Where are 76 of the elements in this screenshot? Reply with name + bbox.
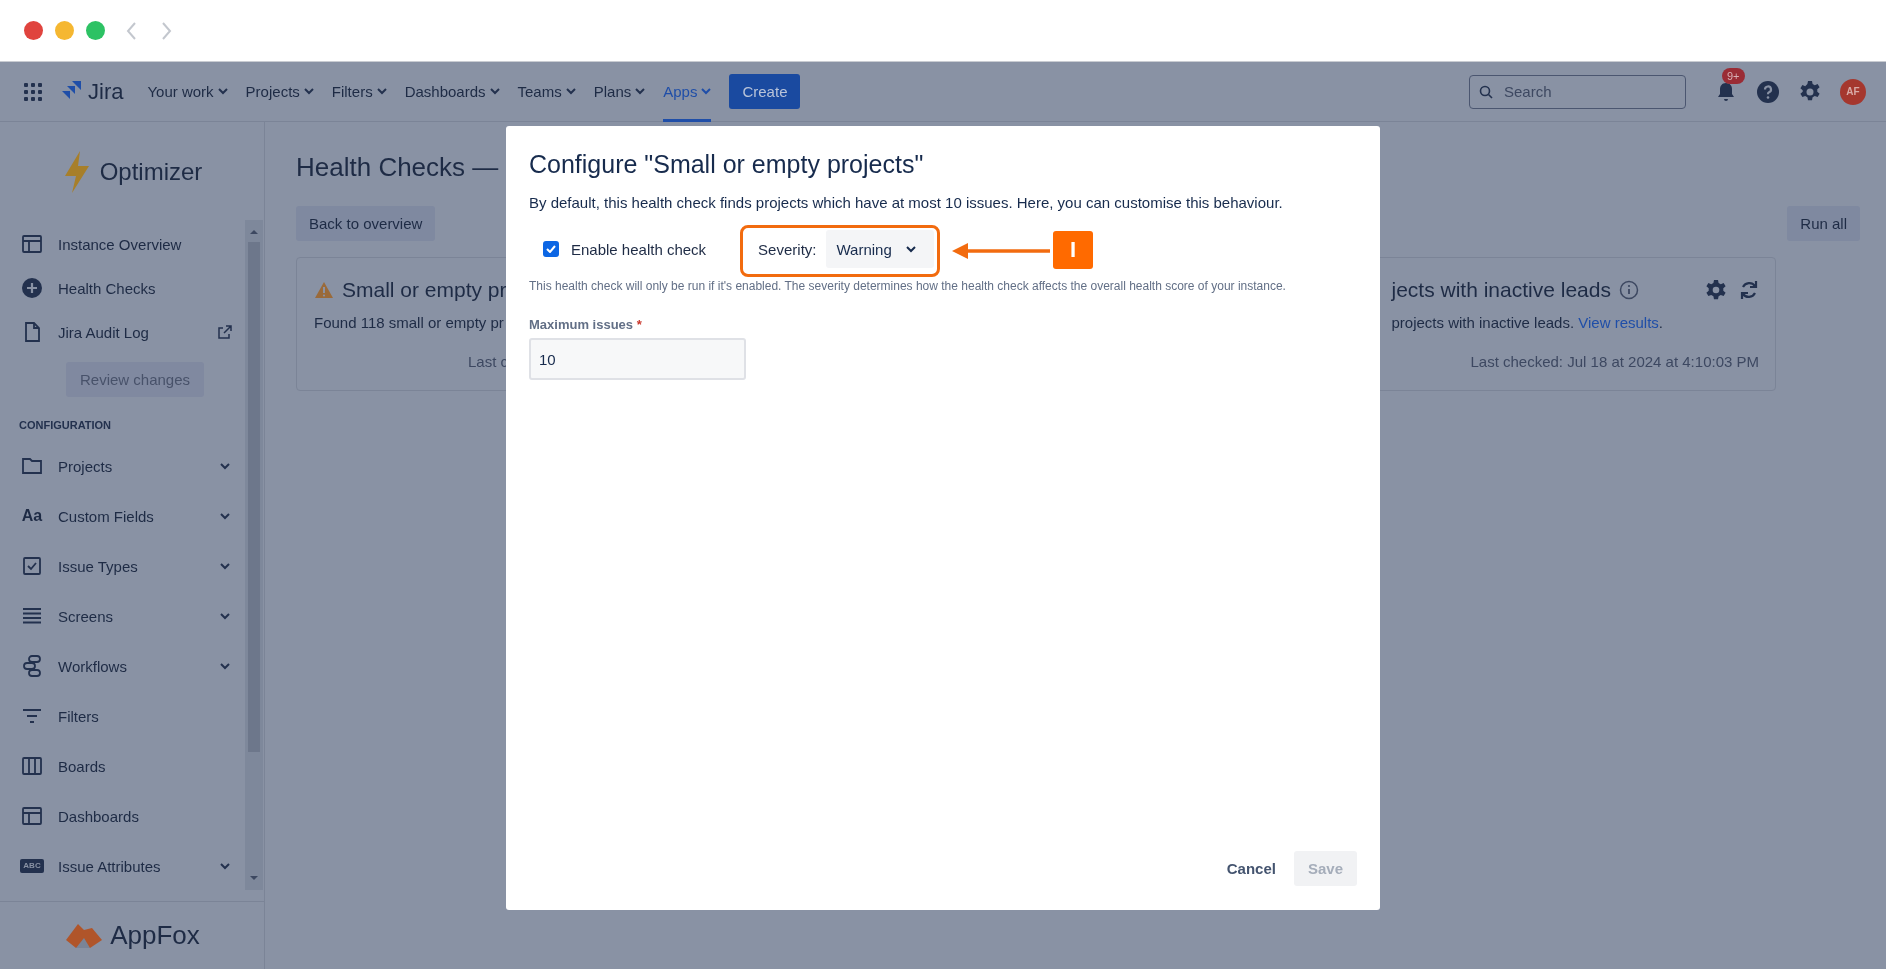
notification-badge: 9+ (1722, 67, 1745, 84)
workflow-icon (20, 654, 44, 678)
chevron-down-icon (701, 88, 712, 95)
window-control-icon[interactable] (24, 21, 43, 40)
chevron-down-icon (376, 88, 387, 95)
card-title: jects with inactive leads (1391, 278, 1611, 302)
columns-icon (20, 754, 44, 778)
dialog-title: Configure "Small or empty projects" (529, 150, 925, 179)
nav-menu-item[interactable]: Filters (331, 61, 387, 122)
card-description: Found 118 small or empty pr (314, 314, 504, 331)
view-results-link[interactable]: View results (1578, 314, 1659, 331)
back-button[interactable]: Back to overview (296, 206, 436, 241)
chevron-down-icon (489, 88, 500, 95)
chevron-down-icon (565, 88, 576, 95)
callout-tag: I (1053, 231, 1093, 269)
chevron-down-icon (635, 88, 646, 95)
run-all-button[interactable]: Run all (1787, 206, 1860, 241)
checkbox-icon (20, 554, 44, 578)
user-avatar[interactable]: AF (1840, 78, 1866, 105)
sidebar-item[interactable]: Dashboards (58, 807, 240, 825)
sidebar-item[interactable]: Projects (58, 457, 218, 475)
nav-menu-item[interactable]: Dashboards (404, 61, 500, 122)
card-description: projects with inactive leads. View results. (1391, 314, 1664, 331)
sidebar-item[interactable]: Health Checks (58, 279, 240, 297)
search-field[interactable]: Search (1469, 74, 1686, 109)
external-link-icon[interactable] (218, 325, 232, 339)
brand-name: AppFox (110, 920, 200, 951)
settings-icon[interactable] (1705, 279, 1727, 301)
sidebar-item[interactable]: Issue Types (58, 557, 218, 575)
warning-icon (314, 281, 334, 299)
font-icon: ABC (20, 859, 44, 873)
nav-menu-item[interactable]: Projects (245, 61, 314, 122)
info-icon (1618, 280, 1639, 300)
chevron-down-icon (217, 88, 228, 95)
help-icon[interactable] (1756, 79, 1780, 104)
checkbox-label: Enable health check (571, 240, 707, 258)
window-control-icon[interactable] (86, 21, 105, 40)
checkbox[interactable] (543, 241, 559, 257)
field-label: Maximum issues * (529, 317, 643, 332)
page-title: Health Checks — (296, 152, 499, 184)
severity-dropdown[interactable]: Warning (826, 230, 935, 268)
section-heading: CONFIGURATION (18, 418, 113, 433)
scrollbar[interactable] (245, 220, 263, 890)
sidebar-item[interactable]: Instance Overview (58, 235, 240, 253)
app-name: Optimizer (99, 158, 203, 186)
product-name: Jira (88, 78, 124, 105)
last-checked-text: Last checked: Jul 18 at 2024 at 4:10:03 PM (1470, 353, 1759, 370)
sidebar-item[interactable]: Filters (58, 707, 240, 725)
nav-menu-item[interactable]: Your work (147, 61, 228, 122)
app-grid-icon[interactable] (24, 82, 42, 101)
field-label: Severity: (758, 240, 817, 258)
create-button[interactable]: Create (729, 74, 801, 109)
sidebar-item[interactable]: Custom Fields (58, 507, 218, 525)
input-field[interactable]: 10 (529, 338, 746, 380)
refresh-icon[interactable] (1739, 279, 1759, 301)
cancel-button[interactable]: Cancel (1216, 851, 1286, 886)
dialog-description: By default, this health check finds projects which have at most 10 issues. Here, you can customise this behaviour. (529, 194, 1284, 211)
required-mark: * (636, 317, 642, 332)
nav-menu-item[interactable]: Teams (517, 61, 576, 122)
checkmark-icon (546, 245, 556, 253)
sidebar-item[interactable]: Screens (58, 607, 218, 625)
nav-menu-item[interactable]: Plans (593, 61, 646, 122)
plus-circle-icon (20, 276, 44, 300)
layout-icon (20, 232, 44, 256)
search-icon (1479, 84, 1493, 99)
card-title: Small or empty pr (342, 278, 507, 302)
layout-icon (20, 804, 44, 828)
font-icon: Aa (20, 507, 44, 525)
sidebar-item[interactable]: Workflows (58, 657, 218, 675)
sidebar-item[interactable]: Boards (58, 757, 240, 775)
sidebar-item[interactable]: Issue Attributes (58, 857, 218, 875)
help-text: This health check will only be run if it's enabled. The severity determines how the health check affects the overall health score of your instance. (529, 279, 1287, 293)
chevron-down-icon (905, 245, 916, 253)
nav-menu-item[interactable]: Apps (663, 61, 712, 122)
sidebar-item[interactable]: Jira Audit Log (58, 323, 218, 341)
chevron-down-icon (303, 88, 314, 95)
